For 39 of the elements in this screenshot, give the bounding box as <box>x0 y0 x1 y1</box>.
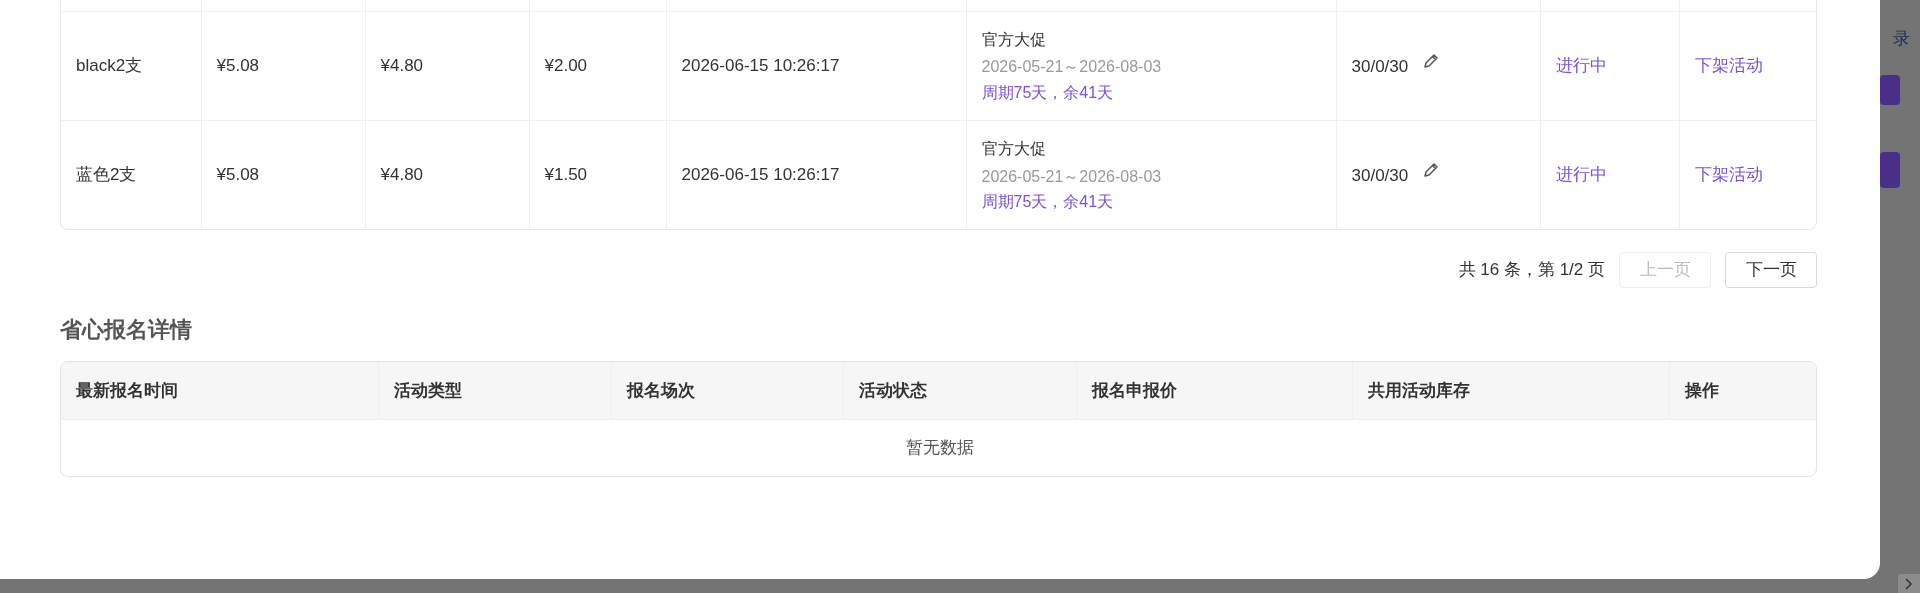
column-header: 共用活动库存 <box>1367 380 1470 400</box>
date-range: 2026-05-21～2026-08-03 <box>981 167 1162 185</box>
chevron-icon <box>1905 577 1913 590</box>
column-header: 活动类型 <box>393 380 462 400</box>
table-cell: ¥1.50 <box>544 165 588 184</box>
table-cell: 2026-06-15 10:26:17 <box>681 165 840 184</box>
delist-link[interactable]: 下架活动 <box>1694 165 1763 184</box>
section-title: 省心报名详情 <box>60 316 193 344</box>
column-header: 报名申报价 <box>1091 380 1177 400</box>
delist-link[interactable]: 下架活动 <box>1694 55 1763 75</box>
column-header: 最新报名时间 <box>76 380 178 400</box>
table-cell: ¥5.08 <box>216 55 260 75</box>
activity-name: 官方大促 <box>981 30 1046 48</box>
table-cell: 蓝色2支 <box>76 165 137 184</box>
edit-icon[interactable] <box>1422 51 1441 70</box>
activity-name: 官方大促 <box>981 139 1046 157</box>
table-cell: 30/0/30 <box>1351 56 1409 76</box>
status-text: 进行中 <box>1555 165 1607 184</box>
period-text: 周期75天，余41天 <box>981 193 1114 211</box>
table-cell: 30/0/30 <box>1351 166 1409 185</box>
edit-icon[interactable] <box>1422 161 1441 179</box>
column-header: 操作 <box>1684 380 1719 400</box>
table-cell: black2支 <box>76 55 143 75</box>
button-edge <box>1880 152 1900 188</box>
next-page-button[interactable]: 下一页 <box>1725 252 1817 288</box>
link-text: 录 <box>1893 28 1910 50</box>
table-cell: ¥2.00 <box>544 55 588 75</box>
column-header: 活动状态 <box>858 380 927 400</box>
status-text: 进行中 <box>1555 55 1607 75</box>
empty-text: 暂无数据 <box>905 438 974 458</box>
table-cell: ¥5.08 <box>216 165 260 184</box>
table-cell: ¥4.80 <box>380 165 424 184</box>
table-cell: 2026-06-15 10:26:17 <box>681 55 840 75</box>
button-edge <box>1880 75 1900 105</box>
table-cell: ¥4.80 <box>380 55 424 75</box>
pagination-summary: 共 16 条，第 1/2 页 <box>1458 259 1605 282</box>
date-range: 2026-05-21～2026-08-03 <box>981 58 1162 76</box>
column-header: 报名场次 <box>626 380 695 400</box>
period-text: 周期75天，余41天 <box>981 83 1114 101</box>
